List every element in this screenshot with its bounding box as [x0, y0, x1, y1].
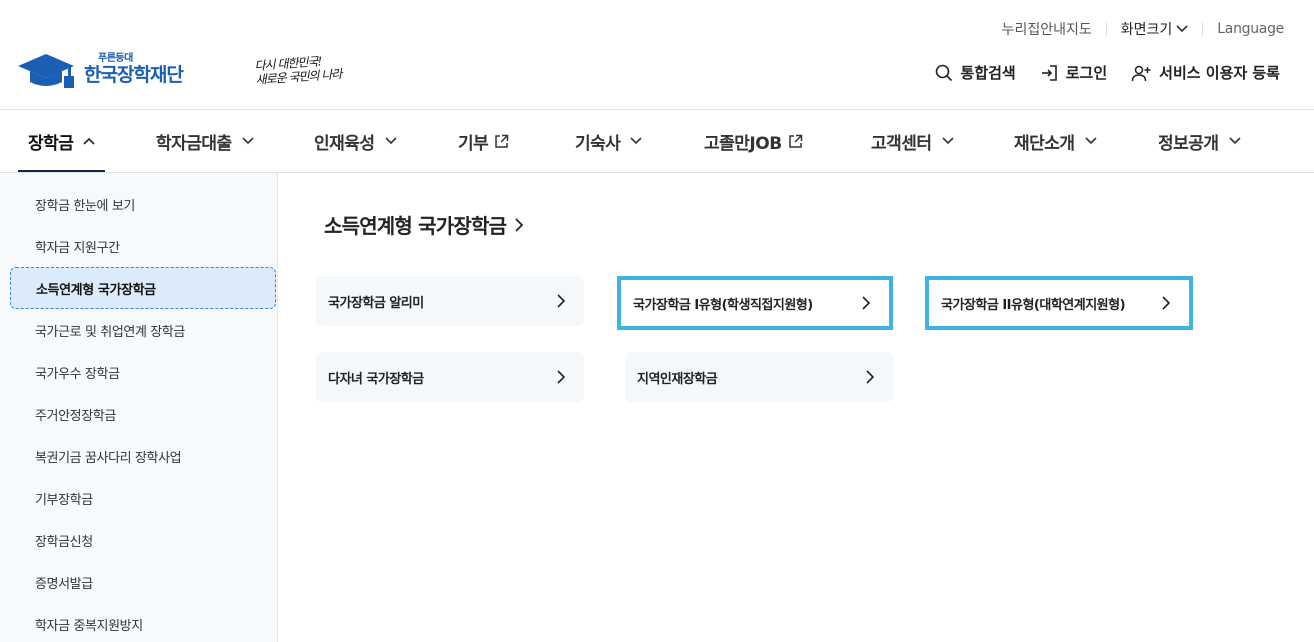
sidebar-item[interactable]: 국가우수 장학금 [10, 351, 276, 393]
divider [1105, 22, 1107, 36]
chevron-down-icon [242, 137, 254, 145]
divider [1202, 22, 1204, 36]
main-navigation: 장학금 학자금대출 인재육성 기부 기숙사 고졸만JOB 고객센터 재단소개 정… [0, 110, 1314, 173]
page-title: 소득연계형 국가장학금 [324, 210, 524, 239]
chevron-down-icon [941, 137, 954, 145]
sidebar-item-label: 복권기금 꿈사다리 장학사업 [35, 450, 182, 466]
search-button[interactable]: 통합검색 [935, 62, 1016, 83]
chevron-right-icon [1162, 296, 1171, 310]
font-size-label: 화면크기 [1120, 22, 1173, 38]
user-menu: 통합검색 로그인 서비스 이용자 등록 [935, 62, 1280, 83]
sidebar-item-label: 학자금 지원구간 [35, 240, 120, 256]
sidebar-item[interactable]: 증명서발급 [10, 561, 276, 603]
nav-label: 고객센터 [871, 133, 932, 154]
chevron-down-icon [630, 137, 642, 145]
login-label: 로그인 [1065, 64, 1108, 82]
chevron-right-icon [515, 217, 524, 232]
external-link-icon [788, 134, 802, 148]
card-label: 다자녀 국가장학금 [328, 371, 424, 387]
language-link[interactable]: Language [1217, 21, 1284, 37]
sidebar-item[interactable]: 기부장학금 [10, 477, 276, 519]
chevron-right-icon [866, 370, 875, 384]
sidebar-item-label: 주거안정장학금 [35, 408, 116, 424]
nav-label: 인재육성 [314, 133, 375, 154]
nav-customer-center[interactable]: 고객센터 [871, 110, 954, 172]
nav-label: 기부 [458, 133, 489, 154]
sidebar-item[interactable]: 학자금 지원구간 [10, 225, 276, 267]
sidebar-item-label: 소득연계형 국가장학금 [36, 282, 156, 298]
chevron-down-icon [384, 137, 397, 145]
chevron-down-icon [1176, 25, 1188, 33]
card-regional-talent[interactable]: 지역인재장학금 [625, 352, 893, 402]
nav-student-loan[interactable]: 학자금대출 [156, 110, 254, 172]
chevron-up-icon [83, 137, 95, 145]
nav-scholarship[interactable]: 장학금 [18, 110, 106, 173]
page-title-text: 소득연계형 국가장학금 [324, 214, 507, 238]
chevron-down-icon [1228, 137, 1241, 145]
graduation-cap-icon [18, 54, 74, 88]
search-label: 통합검색 [960, 64, 1016, 82]
register-label: 서비스 이용자 등록 [1159, 64, 1280, 82]
search-icon [935, 64, 952, 81]
card-scholarship-alert[interactable]: 국가장학금 알리미 [316, 276, 584, 326]
nav-label: 기숙사 [575, 133, 621, 154]
sidebar-item[interactable]: 장학금 한눈에 보기 [10, 183, 276, 225]
card-multichild[interactable]: 다자녀 국가장학금 [316, 352, 584, 402]
sidebar-item-active[interactable]: 소득연계형 국가장학금 [10, 267, 276, 309]
card-type2[interactable]: 국가장학금 II유형(대학연계지원형) [925, 276, 1193, 330]
font-size-dropdown[interactable]: 화면크기 [1121, 19, 1189, 39]
nav-label: 재단소개 [1014, 133, 1075, 154]
register-button[interactable]: 서비스 이용자 등록 [1131, 62, 1280, 83]
sidebar-item-label: 국가우수 장학금 [35, 366, 120, 382]
sidebar-item-label: 국가근로 및 취업연계 장학금 [35, 324, 185, 340]
login-button[interactable]: 로그인 [1040, 62, 1107, 83]
sitemap-link[interactable]: 누리집안내지도 [1002, 19, 1092, 39]
logo-title: 한국장학재단 [84, 64, 184, 86]
nav-dormitory[interactable]: 기숙사 [575, 110, 642, 172]
chevron-right-icon [862, 296, 871, 310]
sidebar-item-label: 장학금신청 [35, 534, 93, 550]
sidebar-item-label: 장학금 한눈에 보기 [35, 198, 135, 214]
external-link-icon [495, 134, 509, 148]
nav-about[interactable]: 재단소개 [1014, 110, 1097, 172]
card-label: 지역인재장학금 [637, 371, 718, 387]
nav-highschool-job[interactable]: 고졸만JOB [704, 110, 803, 172]
card-label: 국가장학금 II유형(대학연계지원형) [941, 297, 1126, 313]
sidebar-item[interactable]: 주거안정장학금 [10, 393, 276, 435]
nav-label: 장학금 [28, 133, 74, 154]
sidebar: 장학금 한눈에 보기 학자금 지원구간 소득연계형 국가장학금 국가근로 및 취… [0, 173, 278, 642]
utility-bar: 누리집안내지도 화면크기 Language [1002, 18, 1285, 40]
login-icon [1041, 64, 1057, 81]
nav-label: 고졸만JOB [704, 133, 782, 154]
nav-label: 정보공개 [1158, 133, 1219, 154]
card-label: 국가장학금 알리미 [328, 295, 424, 311]
logo-subtitle: 푸른등대 [98, 53, 133, 64]
sidebar-item[interactable]: 장학금신청 [10, 519, 276, 561]
chevron-down-icon [1084, 137, 1097, 145]
sidebar-item[interactable]: 국가근로 및 취업연계 장학금 [10, 309, 276, 351]
sidebar-item[interactable]: 학자금 중복지원방지 [10, 603, 276, 642]
site-logo[interactable]: 푸른등대 한국장학재단 [16, 50, 184, 92]
slogan: 다시 대한민국! 새로운 국민의 나라 [254, 53, 342, 87]
nav-label: 학자금대출 [156, 133, 232, 154]
nav-talent[interactable]: 인재육성 [314, 110, 397, 172]
chevron-right-icon [557, 370, 566, 384]
nav-donation[interactable]: 기부 [458, 110, 509, 172]
sidebar-item-label: 학자금 중복지원방지 [35, 618, 143, 634]
chevron-right-icon [557, 294, 566, 308]
card-label: 국가장학금 I유형(학생직접지원형) [633, 297, 813, 313]
sidebar-item-label: 증명서발급 [35, 576, 93, 592]
sidebar-item-label: 기부장학금 [35, 492, 93, 508]
card-type1[interactable]: 국가장학금 I유형(학생직접지원형) [617, 276, 893, 330]
sidebar-item[interactable]: 복권기금 꿈사다리 장학사업 [10, 435, 276, 477]
user-add-icon [1131, 65, 1151, 81]
nav-disclosure[interactable]: 정보공개 [1158, 110, 1241, 172]
